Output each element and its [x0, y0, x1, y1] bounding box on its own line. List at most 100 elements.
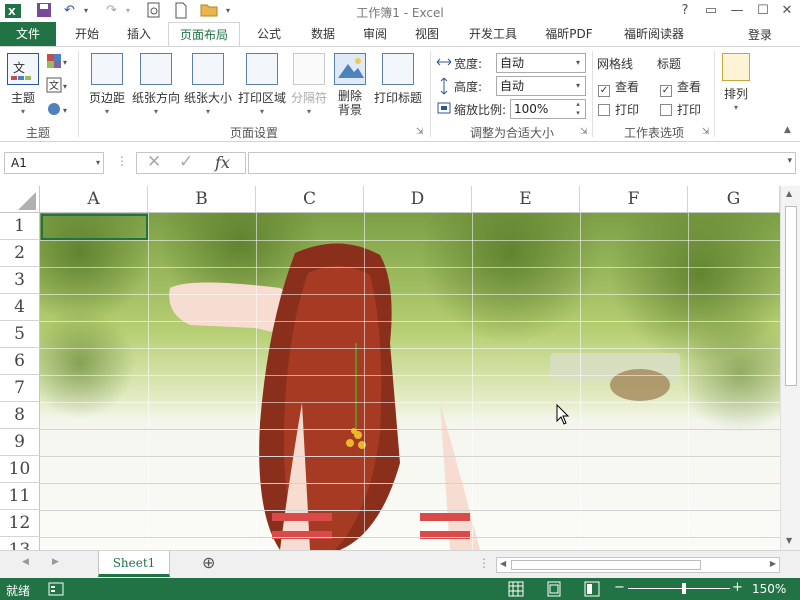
- worksheet-grid[interactable]: A B C D E F G 1 2 3 4 5 6 7 8 9 10 11 12…: [0, 186, 800, 550]
- width-select[interactable]: 自动 ▾: [496, 53, 586, 73]
- themes-button[interactable]: 文 主题 ▾: [4, 51, 42, 121]
- scroll-right-icon[interactable]: ▶: [770, 559, 776, 568]
- column-header-g[interactable]: G: [688, 186, 780, 213]
- page-layout-view-icon[interactable]: [546, 581, 562, 600]
- tab-insert[interactable]: 插入: [116, 22, 162, 46]
- zoom-slider-thumb[interactable]: [682, 583, 686, 594]
- row-header-6[interactable]: 6: [0, 348, 40, 375]
- gridline: [688, 213, 689, 550]
- scale-spin-icon[interactable]: ▴ ▾: [571, 100, 585, 118]
- minimize-icon[interactable]: —: [724, 0, 750, 22]
- collapse-ribbon-icon[interactable]: ▲: [784, 125, 791, 135]
- scroll-left-icon[interactable]: ◀: [500, 559, 506, 568]
- gridline: [40, 375, 780, 376]
- tab-page-layout[interactable]: 页面布局: [168, 22, 240, 47]
- scroll-up-icon[interactable]: ▲: [786, 189, 792, 198]
- name-box[interactable]: A1 ▾: [4, 152, 104, 174]
- tab-review[interactable]: 审阅: [352, 22, 398, 46]
- scale-spinner[interactable]: 100% ▴ ▾: [510, 99, 586, 119]
- row-header-1[interactable]: 1: [0, 213, 40, 240]
- macro-record-icon[interactable]: [48, 581, 64, 600]
- help-icon[interactable]: ?: [672, 0, 698, 22]
- tab-foxit-pdf[interactable]: 福昕PDF: [536, 22, 602, 46]
- tab-developer[interactable]: 开发工具: [460, 22, 526, 46]
- enter-icon[interactable]: ✓: [179, 152, 193, 172]
- margins-button[interactable]: 页边距 ▾: [84, 51, 130, 121]
- headings-print-checkbox[interactable]: 打印: [660, 101, 701, 118]
- height-value: 自动: [500, 79, 525, 93]
- arrange-button[interactable]: 排列 ▾: [718, 51, 754, 121]
- cancel-icon[interactable]: ✕: [147, 152, 161, 172]
- delete-background-button[interactable]: 删除背景: [332, 51, 368, 121]
- row-header-3[interactable]: 3: [0, 267, 40, 294]
- formula-input[interactable]: ▾: [248, 152, 796, 174]
- prev-sheet-icon[interactable]: ◀: [22, 557, 29, 567]
- gridlines-view-checkbox[interactable]: ✓ 查看: [598, 78, 639, 97]
- breaks-button[interactable]: 分隔符 ▾: [288, 51, 330, 121]
- column-header-a[interactable]: A: [40, 186, 148, 213]
- row-header-7[interactable]: 7: [0, 375, 40, 402]
- gridline: [40, 240, 780, 241]
- vertical-scroll-thumb[interactable]: [785, 206, 797, 386]
- zoom-level[interactable]: 150%: [752, 582, 786, 596]
- height-select[interactable]: 自动 ▾: [496, 76, 586, 96]
- row-header-10[interactable]: 10: [0, 456, 40, 483]
- column-header-b[interactable]: B: [148, 186, 256, 213]
- row-header-2[interactable]: 2: [0, 240, 40, 267]
- theme-colors-icon[interactable]: ▾: [46, 53, 70, 74]
- row-header-5[interactable]: 5: [0, 321, 40, 348]
- row-header-9[interactable]: 9: [0, 429, 40, 456]
- close-icon[interactable]: ✕: [774, 0, 800, 22]
- column-header-d[interactable]: D: [364, 186, 472, 213]
- row-header-12[interactable]: 12: [0, 510, 40, 537]
- column-header-f[interactable]: F: [580, 186, 688, 213]
- headings-view-checkbox[interactable]: ✓ 查看: [660, 78, 701, 97]
- orientation-button[interactable]: 纸张方向 ▾: [130, 51, 182, 121]
- select-all-corner[interactable]: [0, 186, 40, 213]
- ribbon-display-icon[interactable]: ▭: [698, 0, 724, 22]
- tab-file[interactable]: 文件: [0, 22, 56, 46]
- zoom-out-button[interactable]: −: [614, 580, 625, 595]
- next-sheet-icon[interactable]: ▶: [52, 557, 59, 567]
- maximize-icon[interactable]: ☐: [750, 0, 776, 22]
- print-titles-button[interactable]: 打印标题: [370, 51, 426, 121]
- expand-formula-icon[interactable]: ▾: [787, 156, 792, 166]
- page-setup-launcher-icon[interactable]: ⇲: [416, 127, 424, 137]
- row-header-13[interactable]: 13: [0, 537, 40, 550]
- horizontal-scroll-thumb[interactable]: [511, 560, 701, 570]
- insert-function-icon[interactable]: fx: [215, 153, 230, 172]
- gridline: [148, 213, 149, 550]
- theme-fonts-icon[interactable]: 文 ▾: [46, 77, 70, 98]
- zoom-in-button[interactable]: +: [732, 580, 743, 595]
- scale-to-fit-launcher-icon[interactable]: ⇲: [580, 127, 588, 137]
- gridline: [40, 456, 780, 457]
- vertical-scrollbar[interactable]: ▲ ▼: [780, 186, 800, 550]
- active-cell-a1[interactable]: [41, 214, 148, 240]
- gridlines-print-checkbox[interactable]: 打印: [598, 101, 639, 118]
- tab-view[interactable]: 视图: [404, 22, 450, 46]
- signin-link[interactable]: 登录: [748, 26, 772, 43]
- scroll-down-icon[interactable]: ▼: [786, 536, 792, 545]
- group-separator: [714, 51, 715, 137]
- zoom-slider-track[interactable]: [628, 588, 730, 589]
- normal-view-icon[interactable]: [508, 581, 524, 600]
- horizontal-scrollbar[interactable]: ◀ ▶: [496, 557, 780, 573]
- page-break-preview-icon[interactable]: [584, 581, 600, 600]
- column-header-e[interactable]: E: [472, 186, 580, 213]
- svg-text:▾: ▾: [63, 82, 67, 91]
- tab-data[interactable]: 数据: [300, 22, 346, 46]
- sheet-options-launcher-icon[interactable]: ⇲: [702, 127, 710, 137]
- size-button[interactable]: 纸张大小 ▾: [182, 51, 234, 121]
- tab-foxit-reader[interactable]: 福昕阅读器: [612, 22, 696, 46]
- tab-home[interactable]: 开始: [62, 22, 112, 46]
- row-header-8[interactable]: 8: [0, 402, 40, 429]
- theme-effects-icon[interactable]: ▾: [46, 101, 70, 122]
- tab-split-grip-icon[interactable]: ⋮: [478, 556, 490, 570]
- tab-formulas[interactable]: 公式: [246, 22, 292, 46]
- sheet-tab-sheet1[interactable]: Sheet1: [98, 551, 170, 577]
- add-sheet-icon[interactable]: ⊕: [202, 553, 215, 572]
- row-header-4[interactable]: 4: [0, 294, 40, 321]
- column-header-c[interactable]: C: [256, 186, 364, 213]
- row-header-11[interactable]: 11: [0, 483, 40, 510]
- print-area-button[interactable]: 打印区域 ▾: [234, 51, 290, 121]
